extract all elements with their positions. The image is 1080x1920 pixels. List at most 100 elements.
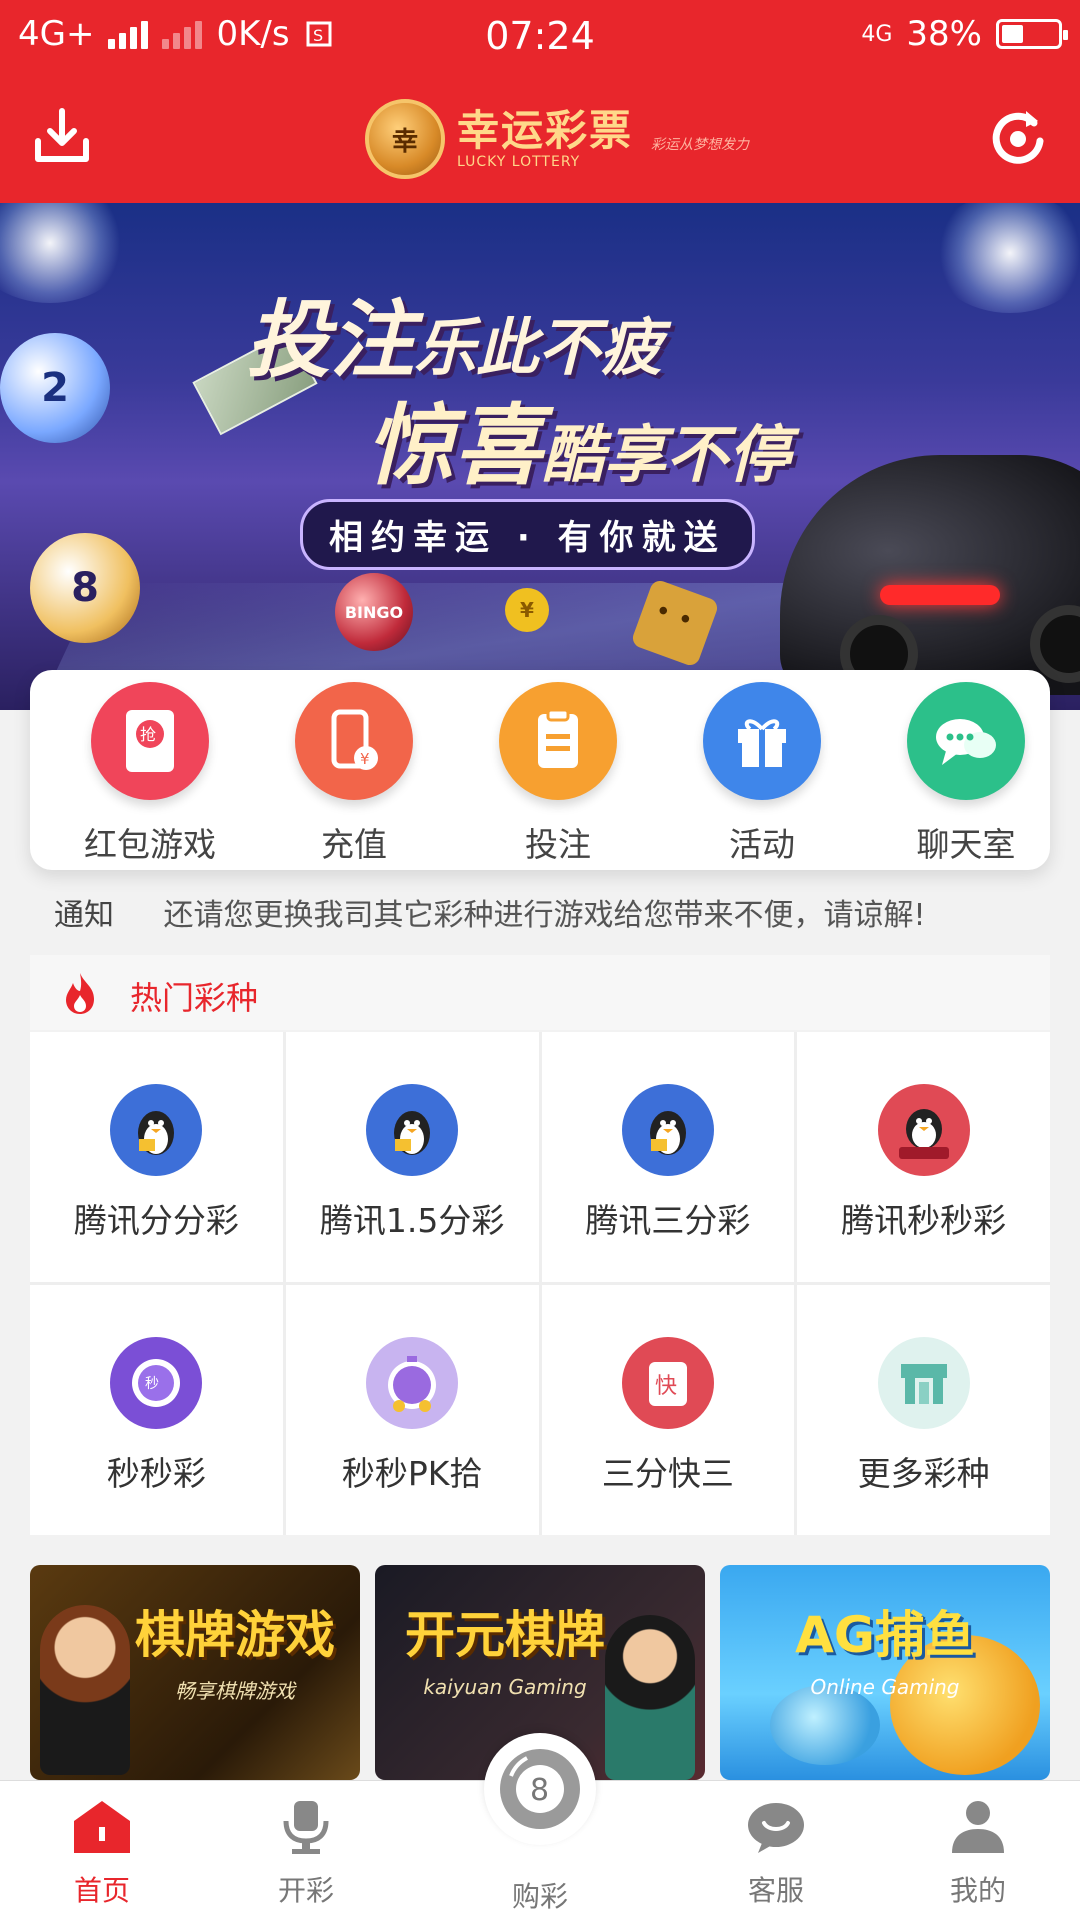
svg-text:秒: 秒	[145, 1376, 159, 1392]
penguin-icon	[877, 1084, 970, 1176]
banner-tagline: 相约幸运 · 有你就送	[300, 499, 755, 570]
banner-headline-2: 惊喜酷享不停	[366, 394, 791, 497]
lottery-name: 腾讯秒秒彩	[841, 1201, 1007, 1240]
quick-item-recharge[interactable]: ¥ 充值	[254, 682, 454, 866]
app-header: 幸 幸运彩票 LUCKY LOTTERY 彩运从梦想发力	[0, 75, 1080, 203]
tab-mine[interactable]: 我的	[908, 1799, 1048, 1909]
notice-tag: 通知	[54, 898, 114, 933]
tab-home[interactable]: 首页	[32, 1799, 172, 1909]
svg-text:抢: 抢	[140, 725, 156, 744]
tab-service[interactable]: 客服	[706, 1799, 846, 1909]
quick-item-label: 红包游戏	[84, 825, 216, 864]
lottery-item-tencent-3fc[interactable]: 腾讯三分彩	[541, 1032, 795, 1282]
logo-slogan: 彩运从梦想发力	[651, 137, 750, 153]
lottery-item-tencent-ffc[interactable]: 腾讯分分彩	[30, 1032, 283, 1282]
svg-text:快: 快	[655, 1374, 677, 1399]
quick-item-bet[interactable]: 投注	[458, 682, 658, 866]
bottom-tab-bar: 首页 开彩 8 购彩 客服 我的	[0, 1733, 1080, 1920]
chat-icon	[907, 682, 1025, 800]
game-card-chess[interactable]: 棋牌游戏 畅享棋牌游戏	[30, 1565, 360, 1780]
svg-text:¥: ¥	[360, 750, 370, 768]
penguin-icon	[366, 1084, 459, 1176]
svg-text:8: 8	[530, 1773, 549, 1808]
quick-item-label: 聊天室	[916, 825, 1016, 864]
quick-item-label: 活动	[729, 825, 795, 864]
game-title: 棋牌游戏	[135, 1606, 335, 1664]
stadium-light	[930, 203, 1080, 313]
sports-car	[780, 455, 1080, 695]
tab-results[interactable]: 开彩	[236, 1799, 376, 1909]
penguin-icon	[110, 1084, 203, 1176]
lottery-item-mm-pk10[interactable]: 秒秒PK拾	[285, 1285, 539, 1535]
tab-label: 首页	[73, 1874, 130, 1907]
lottery-name: 三分快三	[601, 1454, 734, 1493]
phone-recharge-icon: ¥	[295, 682, 413, 800]
status-right: 4G 38%	[861, 14, 1068, 54]
stadium-light	[0, 203, 130, 303]
notice-text: 还请您更换我司其它彩种进行游戏给您带来不便，请谅解!	[163, 898, 926, 933]
game-title: 开元棋牌	[405, 1606, 605, 1664]
user-icon	[952, 1801, 1004, 1853]
app-logo: 幸 幸运彩票 LUCKY LOTTERY 彩运从梦想发力	[365, 93, 749, 185]
flame-icon	[66, 973, 94, 1014]
logo-title: 幸运彩票	[457, 106, 634, 155]
lottery-ball-8: 8	[30, 533, 140, 643]
lottery-name: 腾讯三分彩	[585, 1201, 751, 1240]
lottery-item-more[interactable]: 更多彩种	[797, 1285, 1050, 1535]
clipboard-icon	[499, 682, 617, 800]
game-title: AG捕鱼	[795, 1606, 975, 1664]
tab-buy-label: 购彩	[511, 1880, 568, 1913]
tab-label: 客服	[747, 1874, 804, 1907]
more-lottery-icon	[877, 1337, 970, 1429]
lottery-ball-2: 2	[0, 333, 110, 443]
tab-label: 我的	[949, 1874, 1006, 1907]
lottery-name: 更多彩种	[857, 1454, 990, 1493]
mahjong-icon: 快	[621, 1337, 714, 1429]
logo-subtitle: LUCKY LOTTERY	[457, 154, 581, 170]
logo-emblem: 幸	[365, 99, 445, 179]
battery-percent: 38%	[906, 14, 982, 54]
quick-item-label: 投注	[525, 825, 591, 864]
stopwatch-icon	[366, 1337, 459, 1429]
notice-bar[interactable]: 通知 还请您更换我司其它彩种进行游戏给您带来不便，请谅解!	[54, 890, 926, 934]
battery-icon	[996, 19, 1068, 49]
coin: ¥	[505, 588, 549, 632]
penguin-icon	[621, 1084, 714, 1176]
bingo-ball: BINGO	[335, 573, 413, 651]
game-card-ag-fishing[interactable]: AG捕鱼 Online Gaming	[720, 1565, 1050, 1780]
game-subtitle: 畅享棋牌游戏	[175, 1679, 295, 1703]
download-icon[interactable]	[30, 105, 94, 169]
home-icon	[74, 1801, 130, 1853]
game-subtitle: Online Gaming	[810, 1675, 960, 1699]
refresh-icon[interactable]	[986, 105, 1050, 169]
lottery-name: 秒秒PK拾	[341, 1454, 483, 1493]
quick-item-activity[interactable]: 活动	[662, 682, 862, 866]
lottery-item-3-k3[interactable]: 快 三分快三	[541, 1285, 795, 1535]
lottery-name: 秒秒彩	[106, 1454, 206, 1493]
game-subtitle: kaiyuan Gaming	[423, 1675, 587, 1699]
lottery-item-tencent-15fc[interactable]: 腾讯1.5分彩	[285, 1032, 539, 1282]
tab-label: 开彩	[277, 1874, 334, 1907]
quick-menu: 抢 红包游戏 ¥ 充值 投注 活动 聊天室	[30, 670, 1050, 870]
tab-buy[interactable]: 8	[484, 1733, 596, 1845]
red-envelope-icon: 抢	[91, 682, 209, 800]
lottery-ball-icon: 8	[500, 1749, 580, 1829]
lottery-item-tencent-mmc[interactable]: 腾讯秒秒彩	[797, 1032, 1050, 1282]
customer-service-icon	[748, 1803, 804, 1853]
microphone-icon	[283, 1801, 329, 1854]
quick-item-label: 充值	[321, 825, 387, 864]
lottery-name: 腾讯1.5分彩	[319, 1201, 505, 1240]
hot-lottery-header: 热门彩种	[30, 955, 1050, 1030]
quick-item-red-envelope[interactable]: 抢 红包游戏	[50, 682, 250, 866]
promo-banner[interactable]: 投注乐此不疲 惊喜酷享不停 相约幸运 · 有你就送 2 8 BINGO ¥	[0, 203, 1080, 710]
quick-item-chatroom[interactable]: 聊天室	[866, 682, 1066, 866]
network-type-right: 4G	[861, 21, 893, 47]
hot-lottery-grid: 腾讯分分彩 腾讯1.5分彩 腾讯三分彩 腾讯秒秒彩 秒 秒秒彩 秒秒PK拾 快	[30, 1032, 1050, 1535]
clock-lottery-icon: 秒	[110, 1337, 203, 1429]
battery-fill	[1002, 25, 1023, 43]
gift-icon	[703, 682, 821, 800]
lottery-name: 腾讯分分彩	[73, 1201, 239, 1240]
status-bar: 4G+ 0K/s S 07:24 4G 38%	[0, 0, 1080, 75]
hot-lottery-title: 热门彩种	[130, 979, 259, 1017]
lottery-item-mmc[interactable]: 秒 秒秒彩	[30, 1285, 283, 1535]
